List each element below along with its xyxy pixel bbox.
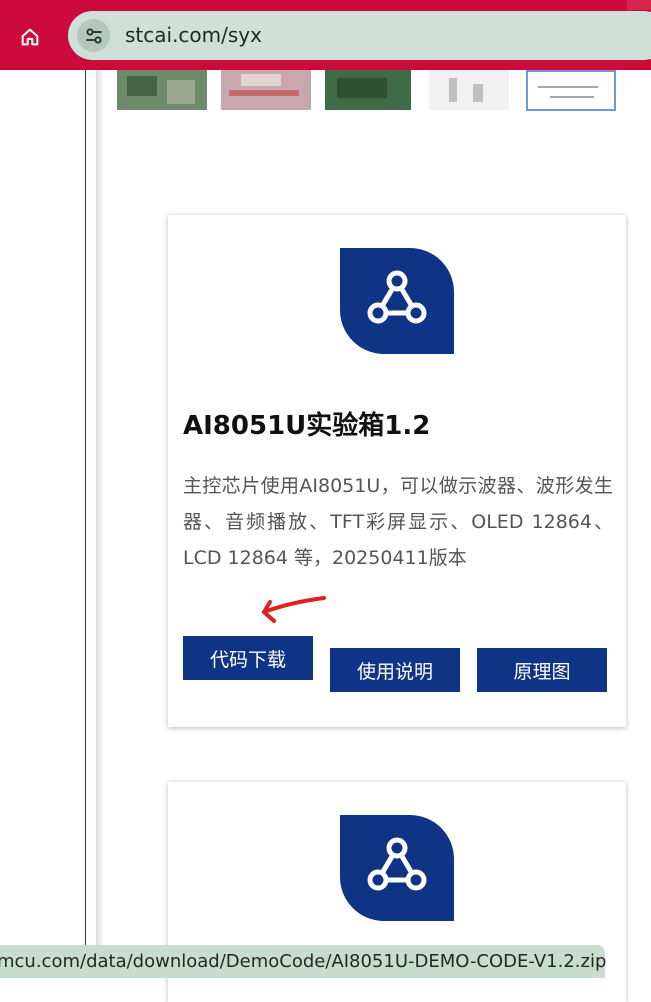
tune-icon (85, 28, 102, 43)
product-description: 主控芯片使用AI8051U，可以做示波器、波形发生器、音频播放、TFT彩屏显示、… (183, 475, 613, 569)
link-preview-text: mcu.com/data/download/DemoCode/AI8051U-D… (0, 951, 607, 972)
product-card: AI8051U实验箱1.2 主控芯片使用AI8051U，可以做示波器、波形发生器… (168, 215, 626, 727)
product-thumbnail-selected[interactable] (526, 70, 616, 111)
address-bar[interactable]: stcai.com/syx (68, 11, 651, 60)
product-thumbnail[interactable] (325, 70, 411, 110)
schematic-button[interactable]: 原理图 (477, 648, 607, 692)
browser-toolbar: stcai.com/syx (0, 0, 651, 70)
code-download-button[interactable]: 代码下载 (183, 636, 313, 680)
home-button[interactable] (14, 21, 46, 53)
content-shadow (96, 70, 104, 976)
site-info-button[interactable] (77, 19, 110, 52)
product-title: AI8051U实验箱1.2 (183, 411, 431, 441)
annotation-arrow-icon (262, 596, 326, 623)
user-manual-button[interactable]: 使用说明 (330, 648, 460, 692)
link-status-bar: mcu.com/data/download/DemoCode/AI8051U-D… (0, 945, 607, 978)
product-logo (340, 248, 454, 354)
product-logo (340, 815, 454, 921)
webhook-icon (367, 837, 427, 891)
toolbar-edge (627, 0, 651, 10)
page-left-border (85, 70, 86, 976)
webhook-icon (367, 270, 427, 324)
home-icon (21, 28, 39, 46)
product-thumbnail[interactable] (117, 70, 207, 110)
product-thumbnail[interactable] (221, 70, 311, 110)
product-thumbnail[interactable] (429, 70, 509, 110)
url-text[interactable]: stcai.com/syx (125, 23, 262, 47)
